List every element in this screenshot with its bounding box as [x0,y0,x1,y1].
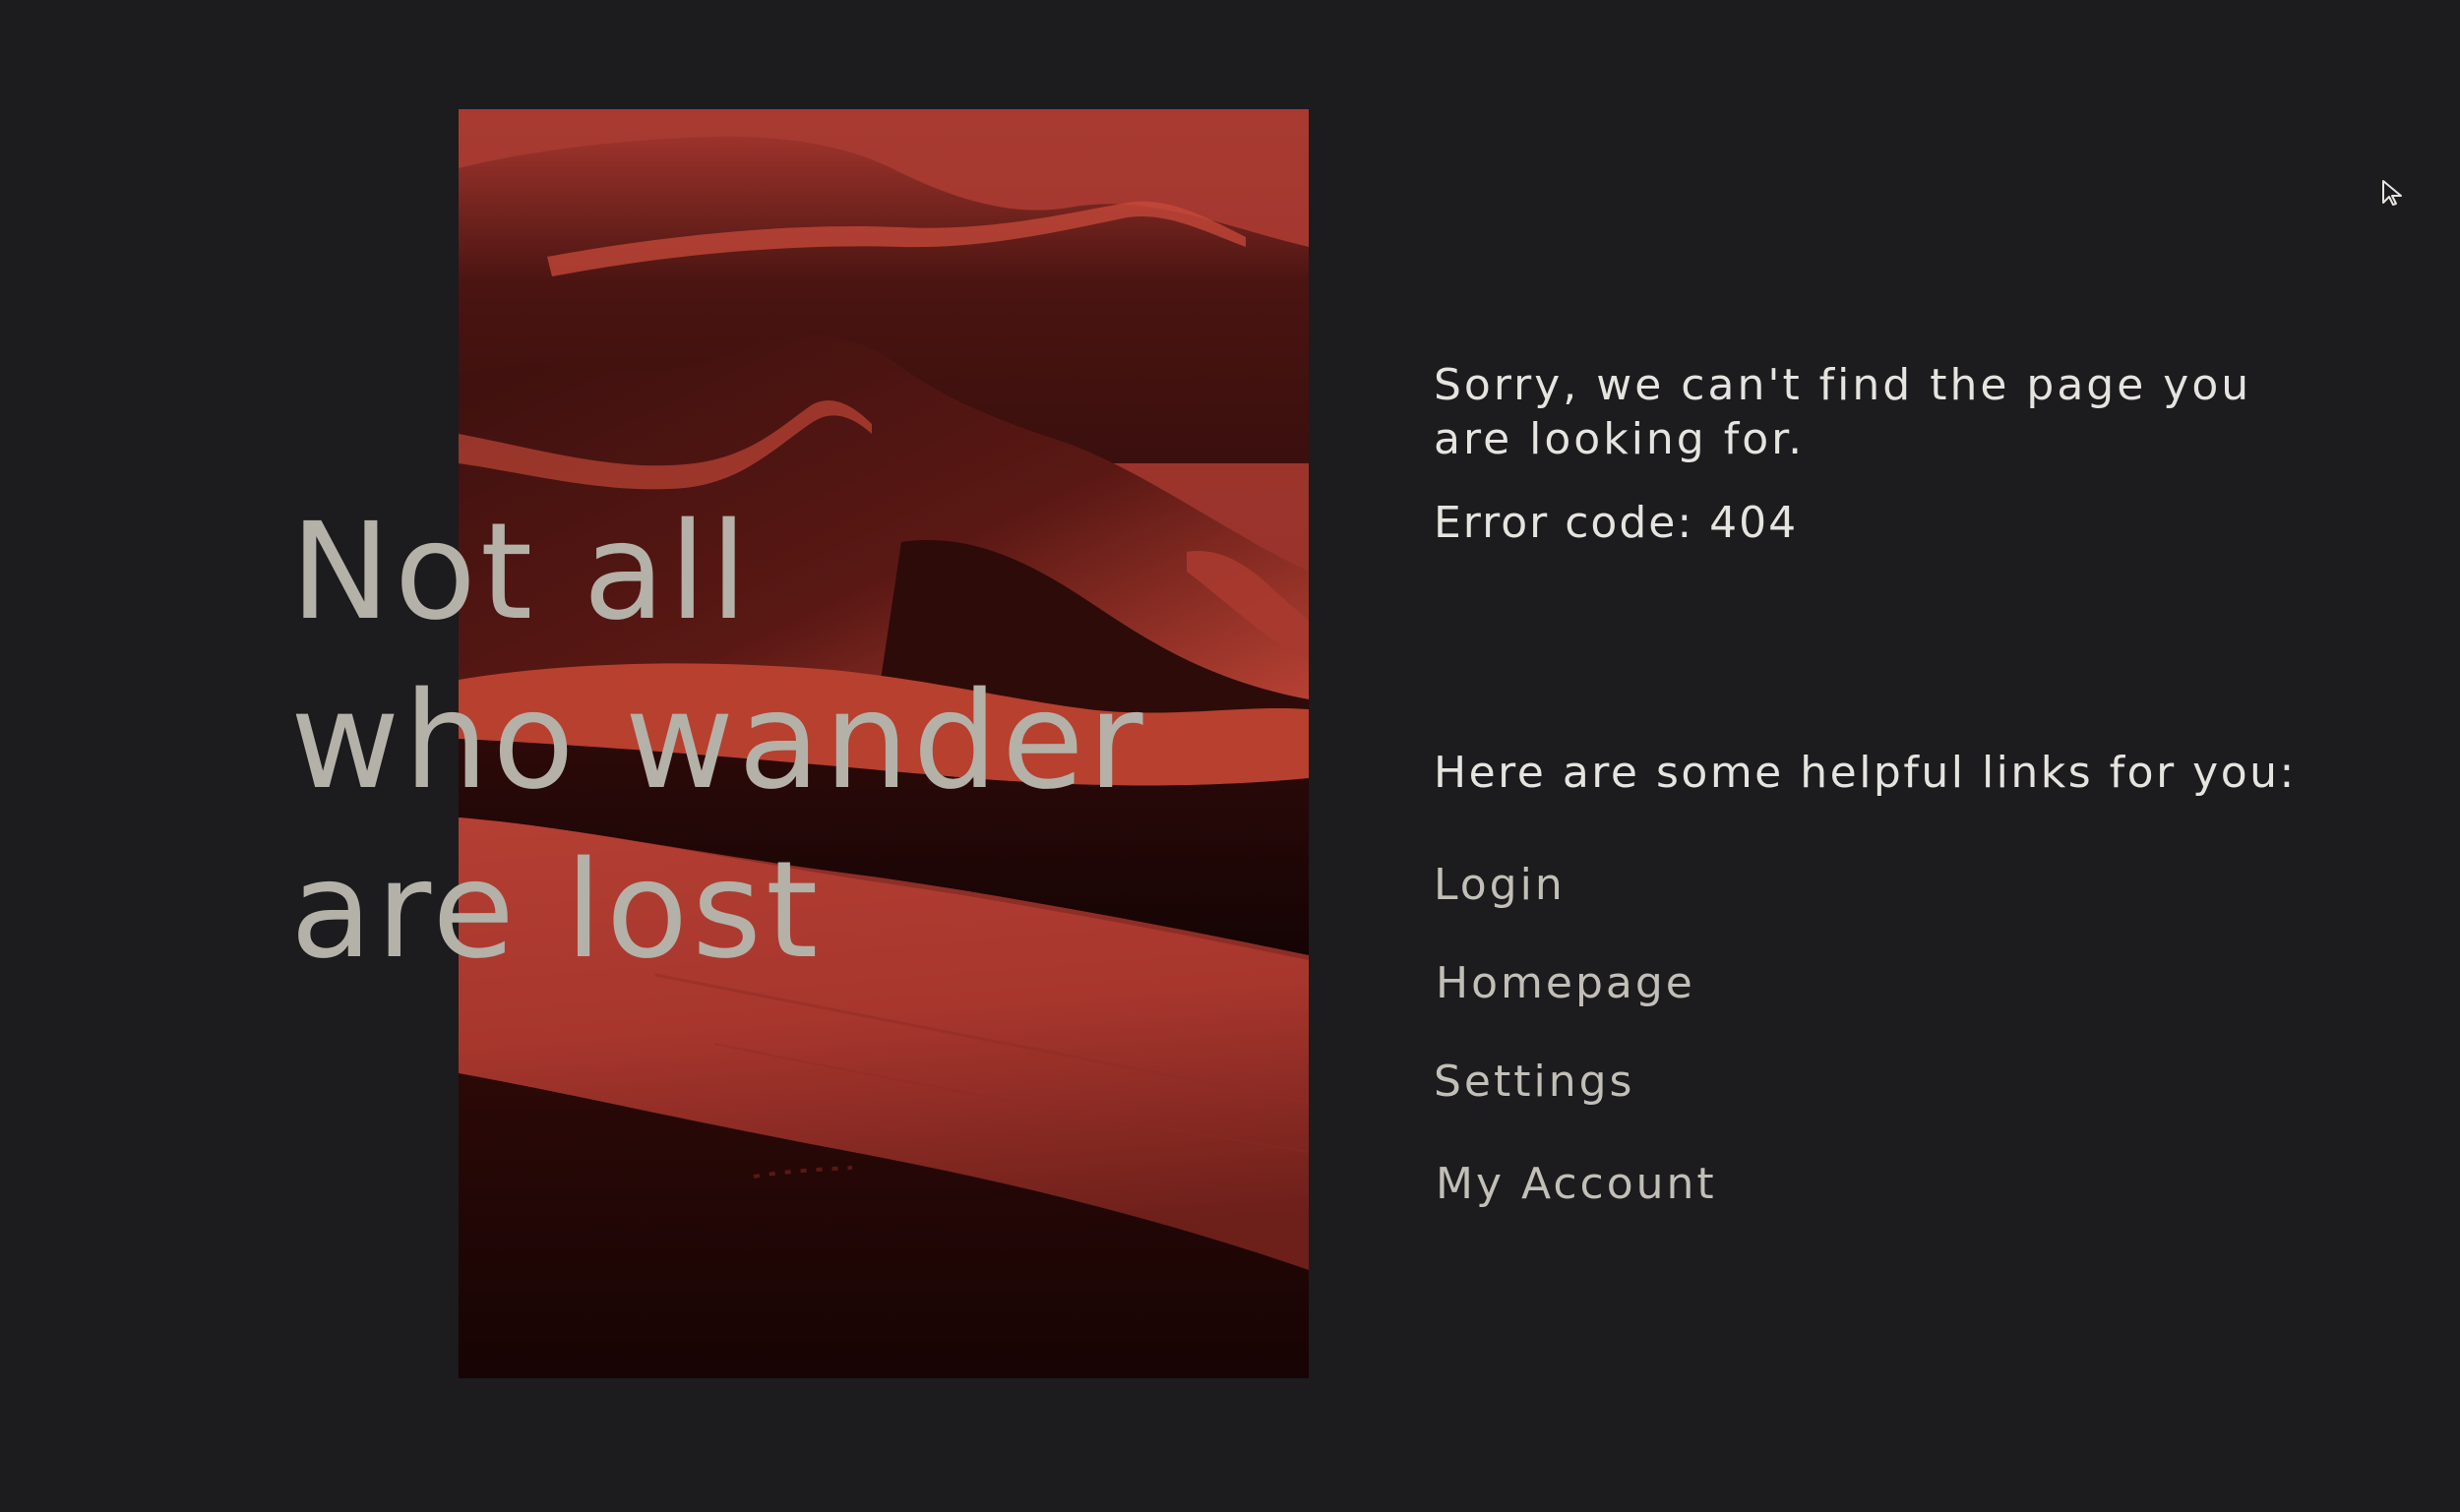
not-found-message: Sorry, we can't find the page you are lo… [1434,360,2252,464]
settings-link[interactable]: Settings [1434,1055,1634,1109]
my-account-link[interactable]: My Account [1436,1157,1717,1211]
helpful-links-heading: Here are some helpful links for you: [1434,748,2297,798]
mouse-pointer-icon [2381,179,2405,207]
homepage-link[interactable]: Homepage [1436,956,1695,1010]
headline-line-1: Not all [290,495,752,650]
hero-headline: Not all who wander are lost [290,488,1147,996]
headline-line-3: are lost [290,833,823,989]
login-link[interactable]: Login [1434,858,1566,912]
headline-line-2: who wander [290,664,1147,819]
error-code: Error code: 404 [1434,498,1799,548]
